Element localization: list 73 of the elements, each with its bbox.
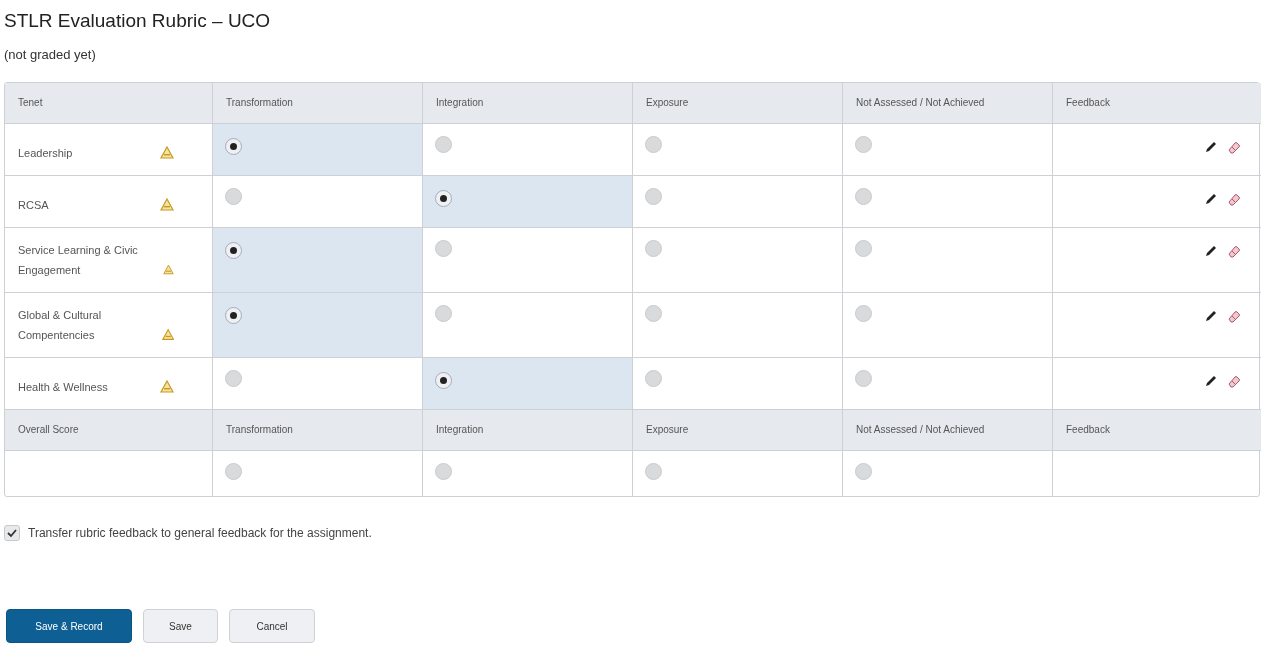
table-cell[interactable] [423, 228, 633, 293]
table-cell[interactable] [843, 293, 1053, 358]
column-header: Not Assessed / Not Achieved [843, 83, 1053, 124]
radio-button[interactable] [855, 370, 872, 387]
selected-cell[interactable] [423, 358, 633, 410]
table-cell[interactable] [633, 228, 843, 293]
eraser-icon[interactable] [1227, 244, 1241, 258]
pencil-icon[interactable] [1204, 192, 1218, 206]
eraser-icon[interactable] [1227, 309, 1241, 323]
eraser-icon[interactable] [1227, 374, 1241, 388]
column-header: Exposure [633, 410, 843, 451]
tenet-name: RCSA [18, 198, 49, 213]
radio-button[interactable] [645, 370, 662, 387]
column-header: Feedback [1053, 83, 1261, 124]
checkmark-icon [7, 528, 17, 538]
tenet-name: Leadership [18, 146, 73, 161]
table-cell[interactable] [633, 293, 843, 358]
radio-button[interactable] [225, 242, 242, 259]
radio-button[interactable] [435, 372, 452, 389]
selected-cell[interactable] [213, 124, 423, 176]
eraser-icon[interactable] [1227, 140, 1241, 154]
table-cell[interactable] [843, 176, 1053, 228]
radio-button[interactable] [855, 305, 872, 322]
pencil-icon[interactable] [1204, 309, 1218, 323]
radio-button[interactable] [645, 188, 662, 205]
column-header: Not Assessed / Not Achieved [843, 410, 1053, 451]
table-cell[interactable] [843, 124, 1053, 176]
selected-cell[interactable] [213, 293, 423, 358]
radio-button[interactable] [225, 463, 242, 480]
radio-button[interactable] [225, 188, 242, 205]
column-header: Feedback [1053, 410, 1261, 451]
radio-button[interactable] [225, 370, 242, 387]
table-cell[interactable] [633, 176, 843, 228]
checkbox[interactable] [4, 525, 20, 541]
column-header: Tenet [5, 83, 213, 124]
radio-button[interactable] [435, 463, 452, 480]
pencil-icon[interactable] [1204, 140, 1218, 154]
radio-button[interactable] [225, 138, 242, 155]
tenet-name: Health & Wellness [18, 380, 108, 395]
column-header: Integration [423, 83, 633, 124]
table-cell[interactable] [633, 124, 843, 176]
radio-button[interactable] [855, 136, 872, 153]
radio-button[interactable] [435, 305, 452, 322]
radio-button[interactable] [645, 463, 662, 480]
radio-button[interactable] [855, 463, 872, 480]
radio-button[interactable] [435, 136, 452, 153]
page-title: STLR Evaluation Rubric – UCO [4, 9, 272, 33]
column-header: Transformation [213, 410, 423, 451]
radio-button[interactable] [855, 240, 872, 257]
pencil-icon[interactable] [1204, 374, 1218, 388]
checkbox-label: Transfer rubric feedback to general feedback for the assignment. [28, 526, 372, 540]
column-header: Transformation [213, 83, 423, 124]
radio-button[interactable] [645, 240, 662, 257]
radio-button[interactable] [645, 136, 662, 153]
radio-button[interactable] [225, 307, 242, 324]
tenet-name: Service Learning & Civic Engagement [18, 243, 139, 278]
selected-cell[interactable] [423, 176, 633, 228]
table-cell[interactable] [843, 228, 1053, 293]
radio-button[interactable] [435, 190, 452, 207]
radio-button[interactable] [855, 188, 872, 205]
radio-button[interactable] [645, 305, 662, 322]
column-header: Exposure [633, 83, 843, 124]
radio-button[interactable] [435, 240, 452, 257]
selected-cell[interactable] [213, 228, 423, 293]
action-button[interactable]: Cancel [229, 609, 315, 643]
tenet-name: Global & Cultural Compentencies [18, 308, 103, 343]
column-header: Integration [423, 410, 633, 451]
pencil-icon[interactable] [1204, 244, 1218, 258]
action-button[interactable]: Save & Record [6, 609, 132, 643]
column-header: Overall Score [5, 410, 213, 451]
eraser-icon[interactable] [1227, 192, 1241, 206]
action-button[interactable]: Save [143, 609, 218, 643]
grade-status: (not graded yet) [4, 46, 97, 64]
